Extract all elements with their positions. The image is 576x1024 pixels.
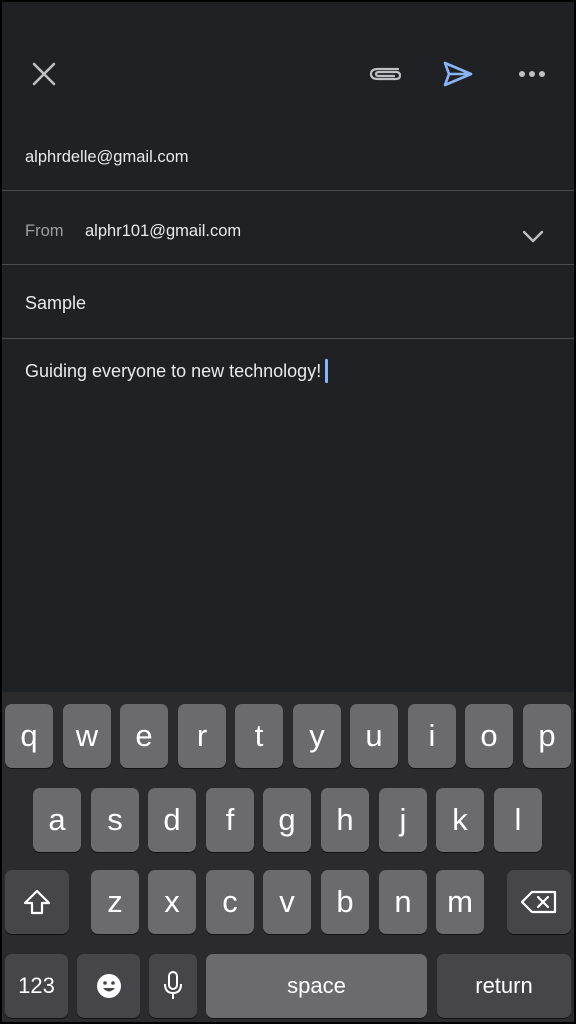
body-text: Guiding everyone to new technology! [25, 361, 322, 381]
from-label: From [25, 222, 64, 240]
subject-field[interactable]: Sample [2, 286, 574, 320]
key-a[interactable]: a [33, 788, 81, 852]
microphone-key[interactable] [149, 954, 197, 1018]
send-icon[interactable] [438, 54, 478, 94]
emoji-icon [95, 972, 123, 1000]
to-field[interactable]: alphrdelle@gmail.com [2, 140, 574, 174]
return-key[interactable]: return [437, 954, 571, 1018]
numbers-key[interactable]: 123 [5, 954, 68, 1018]
key-r[interactable]: r [178, 704, 226, 768]
key-b[interactable]: b [321, 870, 369, 934]
compose-screen: alphrdelle@gmail.com From alphr101@gmail… [2, 2, 574, 1022]
more-horizontal-icon[interactable] [514, 56, 550, 92]
compose-toolbar [2, 2, 574, 122]
key-h[interactable]: h [321, 788, 369, 852]
divider [2, 264, 574, 265]
key-w[interactable]: w [63, 704, 111, 768]
from-value: alphr101@gmail.com [85, 222, 242, 240]
key-u[interactable]: u [350, 704, 398, 768]
body-field[interactable]: Guiding everyone to new technology! [2, 354, 574, 388]
keyboard: q w e r t y u i o p a s d f g h j k l z … [2, 692, 574, 1022]
key-o[interactable]: o [465, 704, 513, 768]
key-t[interactable]: t [235, 704, 283, 768]
close-icon[interactable] [26, 56, 62, 92]
from-field[interactable]: From alphr101@gmail.com [2, 214, 574, 248]
key-p[interactable]: p [523, 704, 571, 768]
divider [2, 190, 574, 191]
key-n[interactable]: n [379, 870, 427, 934]
backspace-key[interactable] [507, 870, 571, 934]
text-cursor [325, 359, 329, 383]
paperclip-icon[interactable] [364, 56, 406, 92]
key-e[interactable]: e [120, 704, 168, 768]
key-y[interactable]: y [293, 704, 341, 768]
key-k[interactable]: k [436, 788, 484, 852]
backspace-icon [520, 889, 558, 915]
key-l[interactable]: l [494, 788, 542, 852]
shift-key[interactable] [5, 870, 69, 934]
key-x[interactable]: x [148, 870, 196, 934]
key-z[interactable]: z [91, 870, 139, 934]
key-q[interactable]: q [5, 704, 53, 768]
space-key[interactable]: space [206, 954, 427, 1018]
key-d[interactable]: d [148, 788, 196, 852]
shift-icon [22, 888, 52, 916]
key-f[interactable]: f [206, 788, 254, 852]
key-i[interactable]: i [408, 704, 456, 768]
key-c[interactable]: c [206, 870, 254, 934]
emoji-key[interactable] [77, 954, 140, 1018]
divider [2, 338, 574, 339]
microphone-icon [163, 970, 183, 1002]
key-s[interactable]: s [91, 788, 139, 852]
key-m[interactable]: m [436, 870, 484, 934]
key-v[interactable]: v [263, 870, 311, 934]
key-g[interactable]: g [263, 788, 311, 852]
key-j[interactable]: j [379, 788, 427, 852]
chevron-down-icon[interactable] [522, 222, 544, 256]
